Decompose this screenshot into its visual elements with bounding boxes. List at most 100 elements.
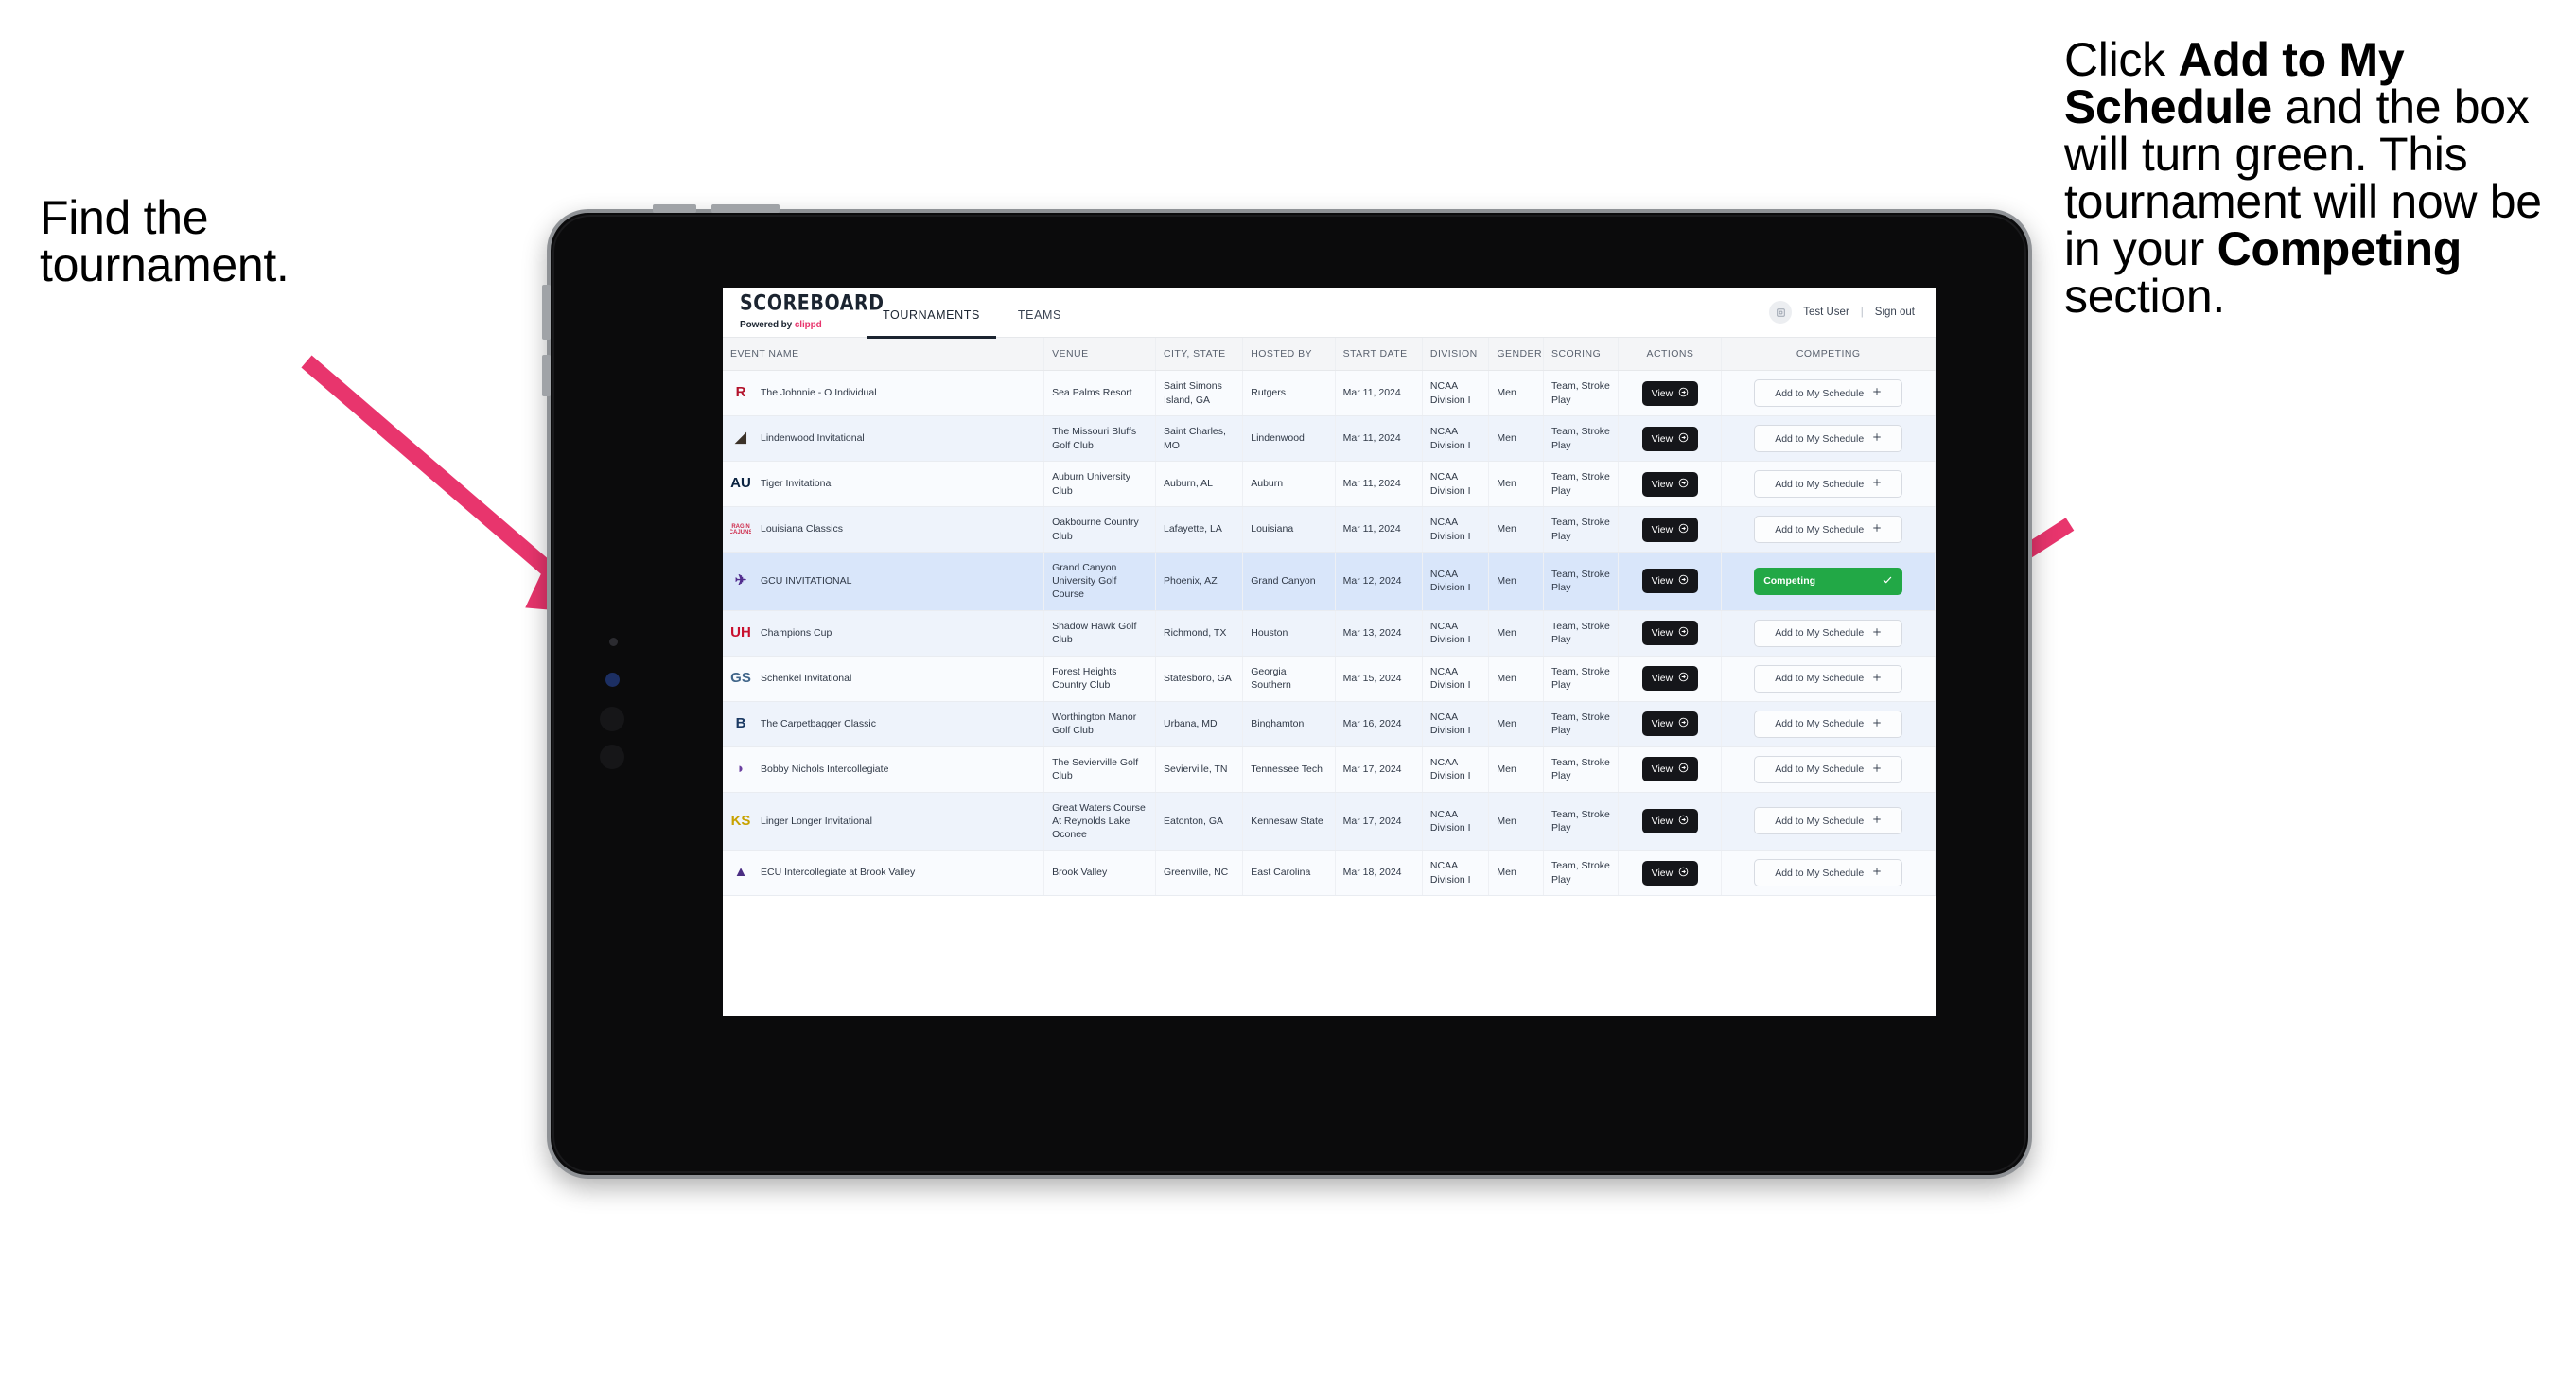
view-button-label: View — [1651, 673, 1674, 685]
cell-city-state: Saint Simons Island, GA — [1155, 370, 1244, 416]
table-row[interactable]: KS Linger Longer Invitational Great Waters… — [723, 792, 1936, 851]
cell-gender: Men — [1488, 850, 1545, 897]
cell-venue: Auburn University Club — [1043, 461, 1156, 507]
cell-start-date: Mar 12, 2024 — [1335, 552, 1423, 611]
app-header: SCOREBOARD Powered by clippd TOURNAMENTS… — [723, 288, 1936, 339]
col-hosted-by[interactable]: HOSTED BY — [1242, 338, 1336, 371]
power-button[interactable] — [542, 285, 551, 340]
plus-icon — [1872, 867, 1882, 879]
table-row[interactable]: UH Champions Cup Shadow Hawk Golf Club Rich… — [723, 610, 1936, 657]
cell-city-state: Eatonton, GA — [1155, 792, 1244, 851]
cell-start-date: Mar 11, 2024 — [1335, 370, 1423, 416]
table-row[interactable]: AU Tiger Invitational Auburn University Cl… — [723, 461, 1936, 507]
cell-scoring: Team, Stroke Play — [1543, 746, 1620, 793]
tab-tournaments[interactable]: TOURNAMENTS — [867, 303, 996, 339]
tab-teams[interactable]: TEAMS — [1002, 303, 1078, 339]
cell-event-name: UH Champions Cup — [723, 610, 1045, 657]
plus-icon — [1872, 523, 1882, 535]
cell-venue: Sea Palms Resort — [1043, 370, 1156, 416]
event-name-label: Tiger Invitational — [761, 478, 833, 490]
add-to-my-schedule-button[interactable]: Add to My Schedule — [1754, 619, 1903, 647]
table-row[interactable]: R The Johnnie - O Individual Sea Palms Res… — [723, 370, 1936, 416]
table-row[interactable]: RAGIN CAJUNS Louisiana Classics Oakbourne … — [723, 506, 1936, 553]
team-logo-icon: ◢ — [735, 430, 746, 447]
table-row[interactable]: GS Schenkel Invitational Forest Heights Co… — [723, 656, 1936, 702]
table-row[interactable]: ◗ Bobby Nichols Intercollegiate The Sevier… — [723, 746, 1936, 793]
add-to-my-schedule-label: Add to My Schedule — [1775, 478, 1865, 490]
volume-down-button[interactable] — [711, 204, 780, 213]
add-to-my-schedule-button[interactable]: Add to My Schedule — [1754, 710, 1903, 738]
add-to-my-schedule-label: Add to My Schedule — [1775, 763, 1865, 776]
cell-start-date: Mar 11, 2024 — [1335, 506, 1423, 553]
add-to-my-schedule-button[interactable]: Add to My Schedule — [1754, 379, 1903, 407]
add-to-my-schedule-button[interactable]: Add to My Schedule — [1754, 755, 1903, 783]
table-row[interactable]: ✈ GCU INVITATIONAL Grand Canyon University… — [723, 552, 1936, 611]
table-row[interactable]: B The Carpetbagger Classic Worthington Man… — [723, 701, 1936, 747]
add-to-my-schedule-button[interactable]: Add to My Schedule — [1754, 859, 1903, 887]
cell-city-state: Urbana, MD — [1155, 701, 1244, 747]
view-button[interactable]: View — [1641, 380, 1699, 406]
side-button[interactable] — [542, 355, 551, 396]
view-button[interactable]: View — [1641, 569, 1699, 594]
add-to-my-schedule-label: Add to My Schedule — [1775, 867, 1865, 879]
plus-icon — [1872, 478, 1882, 490]
competing-badge-button[interactable]: Competing — [1754, 567, 1903, 595]
cell-division: NCAA Division I — [1422, 850, 1490, 897]
view-button[interactable]: View — [1641, 711, 1699, 737]
event-name-label: Linger Longer Invitational — [761, 815, 872, 827]
view-button[interactable]: View — [1641, 860, 1699, 886]
add-to-my-schedule-button[interactable]: Add to My Schedule — [1754, 807, 1903, 835]
col-scoring[interactable]: SCORING — [1543, 338, 1620, 371]
col-division[interactable]: DIVISION — [1422, 338, 1490, 371]
camera-lens-icon — [605, 673, 620, 687]
powered-by-text: Powered by — [740, 319, 795, 330]
cell-competing: Add to My Schedule — [1721, 850, 1936, 897]
add-to-my-schedule-button[interactable]: Add to My Schedule — [1754, 425, 1903, 452]
view-button[interactable]: View — [1641, 471, 1699, 497]
view-button[interactable]: View — [1641, 666, 1699, 692]
volume-up-button[interactable] — [653, 204, 696, 213]
annotation-right-seg-3: Competing — [2217, 222, 2462, 275]
camera-lens-icon — [600, 745, 624, 769]
cell-event-name: R The Johnnie - O Individual — [723, 370, 1045, 416]
table-row[interactable]: ▲ ECU Intercollegiate at Brook Valley Broo… — [723, 850, 1936, 897]
tournaments-table-container[interactable]: EVENT NAME VENUE CITY, STATE HOSTED BY S… — [723, 338, 1936, 1016]
user-name[interactable]: Test User — [1803, 307, 1849, 318]
tournaments-table: EVENT NAME VENUE CITY, STATE HOSTED BY S… — [723, 338, 1936, 897]
cell-gender: Men — [1488, 656, 1545, 702]
table-row[interactable]: ◢ Lindenwood Invitational The Missouri Blu… — [723, 415, 1936, 462]
col-start-date[interactable]: START DATE — [1335, 338, 1423, 371]
add-to-my-schedule-button[interactable]: Add to My Schedule — [1754, 470, 1903, 498]
cell-event-name: RAGIN CAJUNS Louisiana Classics — [723, 506, 1045, 553]
event-name-label: Louisiana Classics — [761, 523, 843, 535]
add-to-my-schedule-button[interactable]: Add to My Schedule — [1754, 664, 1903, 693]
col-gender[interactable]: GENDER — [1488, 338, 1545, 371]
col-event-name[interactable]: EVENT NAME — [723, 338, 1045, 371]
cell-gender: Men — [1488, 552, 1545, 611]
col-city-state[interactable]: CITY, STATE — [1155, 338, 1244, 371]
add-to-my-schedule-button[interactable]: Add to My Schedule — [1754, 516, 1903, 543]
brand-logo[interactable]: SCOREBOARD Powered by clippd — [723, 288, 884, 337]
cell-division: NCAA Division I — [1422, 610, 1490, 657]
view-button[interactable]: View — [1641, 517, 1699, 542]
table-body: R The Johnnie - O Individual Sea Palms Res… — [723, 370, 1936, 897]
cell-start-date: Mar 17, 2024 — [1335, 792, 1423, 851]
view-button[interactable]: View — [1641, 757, 1699, 782]
clippd-wordmark: clippd — [794, 319, 822, 330]
annotation-left-line-2: tournament. — [40, 238, 289, 291]
user-avatar-icon[interactable] — [1769, 301, 1793, 324]
cell-division: NCAA Division I — [1422, 415, 1490, 462]
sign-out-link[interactable]: Sign out — [1875, 307, 1915, 318]
annotation-left-line-1: Find the — [40, 191, 209, 244]
col-venue[interactable]: VENUE — [1043, 338, 1156, 371]
cell-event-name: AU Tiger Invitational — [723, 461, 1045, 507]
cell-division: NCAA Division I — [1422, 792, 1490, 851]
plus-icon — [1872, 627, 1882, 640]
cell-venue: The Sevierville Golf Club — [1043, 746, 1156, 793]
arrow-circle-right-icon — [1678, 867, 1689, 880]
view-button[interactable]: View — [1641, 426, 1699, 451]
cell-competing: Add to My Schedule — [1721, 506, 1936, 553]
view-button[interactable]: View — [1641, 621, 1699, 646]
add-to-my-schedule-label: Add to My Schedule — [1775, 627, 1865, 640]
view-button[interactable]: View — [1641, 808, 1699, 833]
